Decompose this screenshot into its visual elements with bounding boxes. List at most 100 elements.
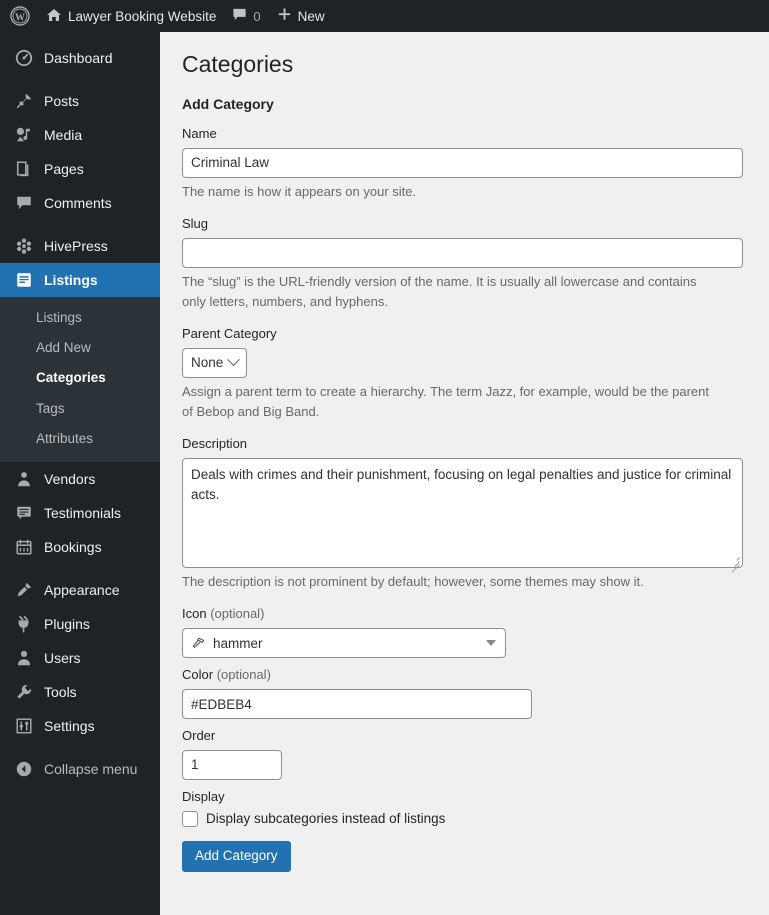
- sidebar-item-tools[interactable]: Tools: [0, 675, 160, 709]
- new-label: New: [297, 8, 325, 24]
- wordpress-logo-icon[interactable]: W: [0, 0, 38, 32]
- collapse-menu-button[interactable]: Collapse menu: [0, 752, 160, 786]
- icon-select[interactable]: hammer: [182, 628, 506, 659]
- order-field-group: Order: [182, 728, 747, 780]
- chevron-down-icon: [227, 353, 241, 367]
- sidebar-item-posts[interactable]: Posts: [0, 84, 160, 118]
- svg-text:W: W: [15, 13, 25, 24]
- icon-optional-suffix: (optional): [210, 606, 265, 622]
- paintbrush-icon: [12, 580, 36, 600]
- slug-field-group: Slug The “slug” is the URL-friendly vers…: [182, 216, 747, 312]
- sidebar-item-label: Pages: [44, 161, 84, 177]
- sidebar-item-add-new[interactable]: Add New: [0, 333, 160, 363]
- color-input[interactable]: [182, 689, 532, 720]
- menu-spacer-1: [0, 75, 160, 84]
- sidebar-item-dashboard[interactable]: Dashboard: [0, 41, 160, 75]
- sidebar-item-label: Bookings: [44, 539, 102, 556]
- sidebar-item-bookings[interactable]: Bookings: [0, 530, 160, 564]
- menu-spacer-2: [0, 220, 160, 229]
- spacer-icon-color: [182, 658, 747, 667]
- comments-count: 0: [253, 8, 261, 24]
- sidebar-item-listings-sub[interactable]: Listings: [0, 303, 160, 333]
- plug-icon: [12, 614, 36, 634]
- display-subcategories-label[interactable]: Display subcategories instead of listing…: [206, 811, 445, 826]
- add-category-button[interactable]: Add Category: [182, 840, 291, 873]
- sidebar-item-pages[interactable]: Pages: [0, 152, 160, 186]
- display-subcategories-row[interactable]: Display subcategories instead of listing…: [182, 810, 747, 827]
- sidebar-item-tags[interactable]: Tags: [0, 394, 160, 424]
- sidebar-item-appearance[interactable]: Appearance: [0, 573, 160, 607]
- sidebar-item-label: Users: [44, 650, 81, 667]
- sidebar-item-testimonials[interactable]: Testimonials: [0, 496, 160, 530]
- media-photo-note-icon: [12, 125, 36, 145]
- comments-bubble-button[interactable]: 0: [224, 0, 268, 32]
- listings-submenu: Listings Add New Categories Tags Attribu…: [0, 297, 160, 463]
- admin-bar: W Lawyer Booking Website 0 New: [0, 0, 769, 32]
- sidebar-item-label: Collapse menu: [44, 761, 138, 778]
- sidebar-item-label: Media: [44, 127, 83, 143]
- parent-category-select[interactable]: None: [182, 347, 248, 378]
- spacer-color-order: [182, 719, 747, 728]
- sidebar-item-label: HivePress: [44, 238, 108, 254]
- wrench-icon: [12, 682, 36, 702]
- sidebar-item-label: Listings: [44, 272, 98, 288]
- sidebar-item-label: Tools: [44, 684, 77, 701]
- hammer-icon: [191, 636, 206, 651]
- name-input[interactable]: [182, 147, 743, 178]
- chevron-down-icon: [486, 640, 496, 647]
- plus-icon: [277, 7, 292, 25]
- slug-label: Slug: [182, 215, 209, 231]
- comment-bubble-icon: [12, 193, 36, 213]
- order-input[interactable]: [182, 749, 282, 780]
- description-label: Description: [182, 436, 248, 452]
- home-icon: [46, 7, 62, 26]
- sidebar-item-categories[interactable]: Categories: [0, 363, 160, 393]
- menu-spacer-top: [0, 32, 160, 41]
- icon-field-group: Icon (optional) hammer: [182, 606, 747, 659]
- dashboard-gauge-icon: [12, 48, 36, 68]
- sidebar-item-listings[interactable]: Listings: [0, 263, 168, 297]
- new-content-button[interactable]: New: [269, 0, 333, 32]
- slug-input[interactable]: [182, 237, 743, 268]
- sidebar-item-label: Plugins: [44, 616, 90, 633]
- sidebar-item-attributes[interactable]: Attributes: [0, 424, 160, 454]
- sidebar-item-vendors[interactable]: Vendors: [0, 462, 160, 496]
- icon-label-text: Icon: [182, 606, 207, 622]
- description-field-group: Description The description is not promi…: [182, 436, 747, 592]
- name-label: Name: [182, 125, 217, 141]
- color-optional-suffix: (optional): [216, 667, 271, 683]
- sidebar-item-label: Appearance: [44, 582, 120, 599]
- sidebar-item-label: Posts: [44, 93, 80, 109]
- sidebar-item-label: Testimonials: [44, 505, 122, 522]
- display-subcategories-checkbox[interactable]: [182, 810, 198, 827]
- sidebar-item-settings[interactable]: Settings: [0, 709, 160, 743]
- main-content: Categories Add Category Name The name is…: [160, 32, 769, 915]
- sidebar-item-users[interactable]: Users: [0, 641, 160, 675]
- color-label: Color (optional): [182, 667, 747, 684]
- sidebar-item-label: Dashboard: [44, 50, 113, 66]
- color-field-group: Color (optional): [182, 667, 747, 720]
- parent-category-field-group: Parent Category None Assign a parent ter…: [182, 326, 747, 422]
- sidebar-item-hivepress[interactable]: HivePress: [0, 229, 160, 263]
- testimonial-quote-icon: [12, 503, 36, 523]
- name-description: The name is how it appears on your site.: [182, 183, 417, 199]
- icon-label: Icon (optional): [182, 606, 747, 623]
- add-category-heading: Add Category: [182, 95, 274, 112]
- sidebar-item-label: Settings: [44, 718, 95, 735]
- color-label-text: Color: [182, 667, 214, 683]
- site-name-label: Lawyer Booking Website: [68, 8, 217, 24]
- sidebar-item-plugins[interactable]: Plugins: [0, 607, 160, 641]
- sidebar-item-media[interactable]: Media: [0, 118, 160, 152]
- description-textarea[interactable]: [182, 458, 743, 569]
- calendar-icon: [12, 537, 36, 557]
- name-field-group: Name The name is how it appears on your …: [182, 126, 747, 202]
- page-title: Categories: [182, 51, 294, 77]
- site-name-menu[interactable]: Lawyer Booking Website: [38, 0, 224, 32]
- sliders-icon: [12, 716, 36, 736]
- display-label: Display: [182, 788, 225, 804]
- sidebar-item-comments[interactable]: Comments: [0, 186, 160, 220]
- comment-bubble-icon: [232, 7, 247, 25]
- description-description: The description is not prominent by defa…: [182, 574, 644, 590]
- collapse-arrow-icon: [12, 759, 36, 779]
- display-field-group: Display Display subcategories instead of…: [182, 789, 747, 827]
